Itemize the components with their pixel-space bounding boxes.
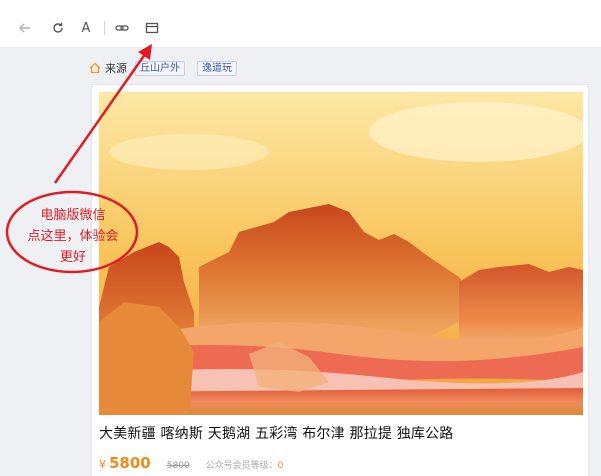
refresh-icon xyxy=(53,22,63,33)
browser-toolbar: A xyxy=(0,0,601,48)
original-price: 5800 xyxy=(166,461,190,471)
font-icon: A xyxy=(81,20,91,36)
open-browser-button[interactable] xyxy=(142,18,162,38)
member-level: 公众号会员等级：0 xyxy=(205,461,284,471)
price: ¥5800 xyxy=(99,454,151,472)
source-tag[interactable]: 逸道玩 xyxy=(197,60,237,76)
annotation-callout: 电脑版微信 点这里，体验会 更好 xyxy=(27,208,119,265)
article-card[interactable]: 大美新疆 喀纳斯 天鹅湖 五彩湾 布尔津 那拉提 独库公路 ¥5800 5800… xyxy=(91,84,589,476)
home-icon xyxy=(89,62,101,74)
toolbar-divider xyxy=(104,21,105,35)
font-button[interactable]: A xyxy=(76,18,96,38)
price-row: ¥5800 5800 公众号会员等级：0 xyxy=(99,454,283,472)
arrow-left-icon xyxy=(19,23,30,33)
article-title[interactable]: 大美新疆 喀纳斯 天鹅湖 五彩湾 布尔津 那拉提 独库公路 xyxy=(99,423,583,443)
link-icon xyxy=(115,25,129,31)
hero-image xyxy=(99,92,583,415)
back-button[interactable] xyxy=(15,18,35,38)
window-icon xyxy=(145,22,159,34)
source-row: 来源 丘山户外 逸道玩 xyxy=(89,59,237,77)
copy-link-button[interactable] xyxy=(112,18,132,38)
source-tag[interactable]: 丘山户外 xyxy=(135,60,185,76)
source-label: 来源 xyxy=(105,62,127,75)
refresh-button[interactable] xyxy=(48,18,68,38)
